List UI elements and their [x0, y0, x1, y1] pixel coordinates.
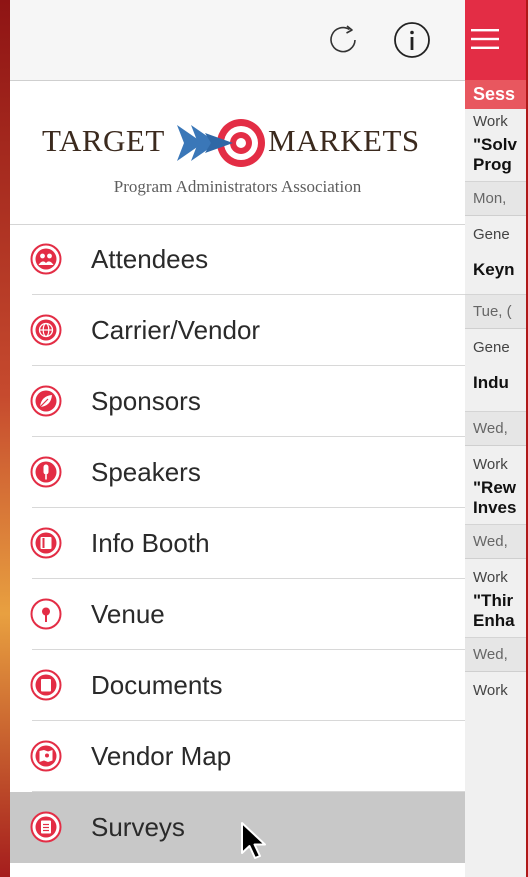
session-title-line: Keyn [473, 260, 515, 279]
menu-item-speakers[interactable]: Speakers [10, 437, 465, 508]
refresh-icon[interactable] [325, 22, 361, 58]
session-date: Wed, [465, 411, 528, 446]
session-type: Gene [473, 226, 510, 243]
logo-word-right: MARKETS [268, 123, 420, 158]
logo-word-left: TARGET [42, 123, 165, 158]
menu-label-vendor-map: Vendor Map [91, 741, 232, 771]
session-type: Gene [473, 339, 510, 356]
people-icon [30, 243, 62, 275]
menu-label-speakers: Speakers [91, 457, 201, 487]
map-pin-icon [30, 598, 62, 630]
globe-icon [30, 314, 62, 346]
session-item[interactable]: Gene Indu Wed, [465, 329, 528, 446]
session-list: Work "Solv Prog Mon, Gene Keyn Tue, ( Ge… [465, 109, 528, 704]
target-arrow-icon [177, 119, 265, 167]
menu-item-info-booth[interactable]: Info Booth [10, 508, 465, 579]
session-title-line: "Rew [473, 478, 517, 497]
logo-wordmark: TARGET MARKETS [42, 117, 442, 169]
panel-header [465, 0, 528, 80]
brand-logo: TARGET MARKETS Program Administrators As… [10, 81, 465, 225]
menu-label-carrier-vendor: Carrier/Vendor [91, 315, 261, 345]
menu-label-documents: Documents [91, 670, 223, 700]
logo-tagline: Program Administrators Association [113, 177, 362, 196]
session-item[interactable]: Work "Rew Inves Wed, [465, 446, 528, 559]
drawer-menu: Attendees Carrier/Vendor Sponsors Speake… [10, 224, 465, 863]
session-type: Work [473, 682, 508, 699]
microphone-icon [30, 456, 62, 488]
leaf-icon [30, 385, 62, 417]
session-title-line: Enha [473, 611, 515, 630]
session-date: Mon, [465, 181, 528, 216]
panel-section-title: Sess [465, 80, 528, 109]
session-type: Work [473, 113, 508, 130]
session-date: Wed, [465, 637, 528, 672]
session-type: Work [473, 456, 508, 473]
session-title-line: "Solv [473, 135, 517, 154]
menu-label-attendees: Attendees [91, 244, 209, 274]
menu-label-surveys: Surveys [91, 812, 185, 842]
menu-label-venue: Venue [91, 599, 165, 629]
menu-item-vendor-map[interactable]: Vendor Map [10, 721, 465, 792]
session-item[interactable]: Gene Keyn Tue, ( [465, 216, 528, 329]
info-icon[interactable] [393, 21, 431, 59]
menu-item-surveys[interactable]: Surveys [10, 792, 465, 863]
menu-item-sponsors[interactable]: Sponsors [10, 366, 465, 437]
menu-item-venue[interactable]: Venue [10, 579, 465, 650]
session-date: Wed, [465, 524, 528, 559]
menu-label-info-booth: Info Booth [91, 528, 210, 558]
session-type: Work [473, 569, 508, 586]
session-title-line: Inves [473, 498, 517, 517]
menu-item-documents[interactable]: Documents [10, 650, 465, 721]
session-title-line: Prog [473, 155, 512, 174]
menu-item-carrier-vendor[interactable]: Carrier/Vendor [10, 295, 465, 366]
side-drawer: TARGET MARKETS Program Administrators As… [10, 0, 465, 877]
session-item[interactable]: Work [465, 672, 528, 704]
session-date: Tue, ( [465, 294, 528, 329]
menu-label-sponsors: Sponsors [91, 386, 201, 416]
map-icon [30, 740, 62, 772]
background-edge [0, 0, 10, 877]
menu-item-attendees[interactable]: Attendees [10, 224, 465, 295]
document-icon [30, 669, 62, 701]
hamburger-menu-icon[interactable] [471, 28, 499, 50]
book-icon [30, 527, 62, 559]
clipboard-icon [30, 811, 62, 843]
sessions-panel: Sess Work "Solv Prog Mon, Gene Keyn Tue,… [465, 0, 528, 877]
session-item[interactable]: Work "Thir Enha Wed, [465, 559, 528, 672]
mouse-cursor-icon [241, 822, 266, 859]
session-title-line: Indu [473, 373, 509, 392]
session-item[interactable]: Work "Solv Prog Mon, [465, 109, 528, 216]
drawer-toolbar [10, 0, 465, 81]
session-title-line: "Thir [473, 591, 514, 610]
